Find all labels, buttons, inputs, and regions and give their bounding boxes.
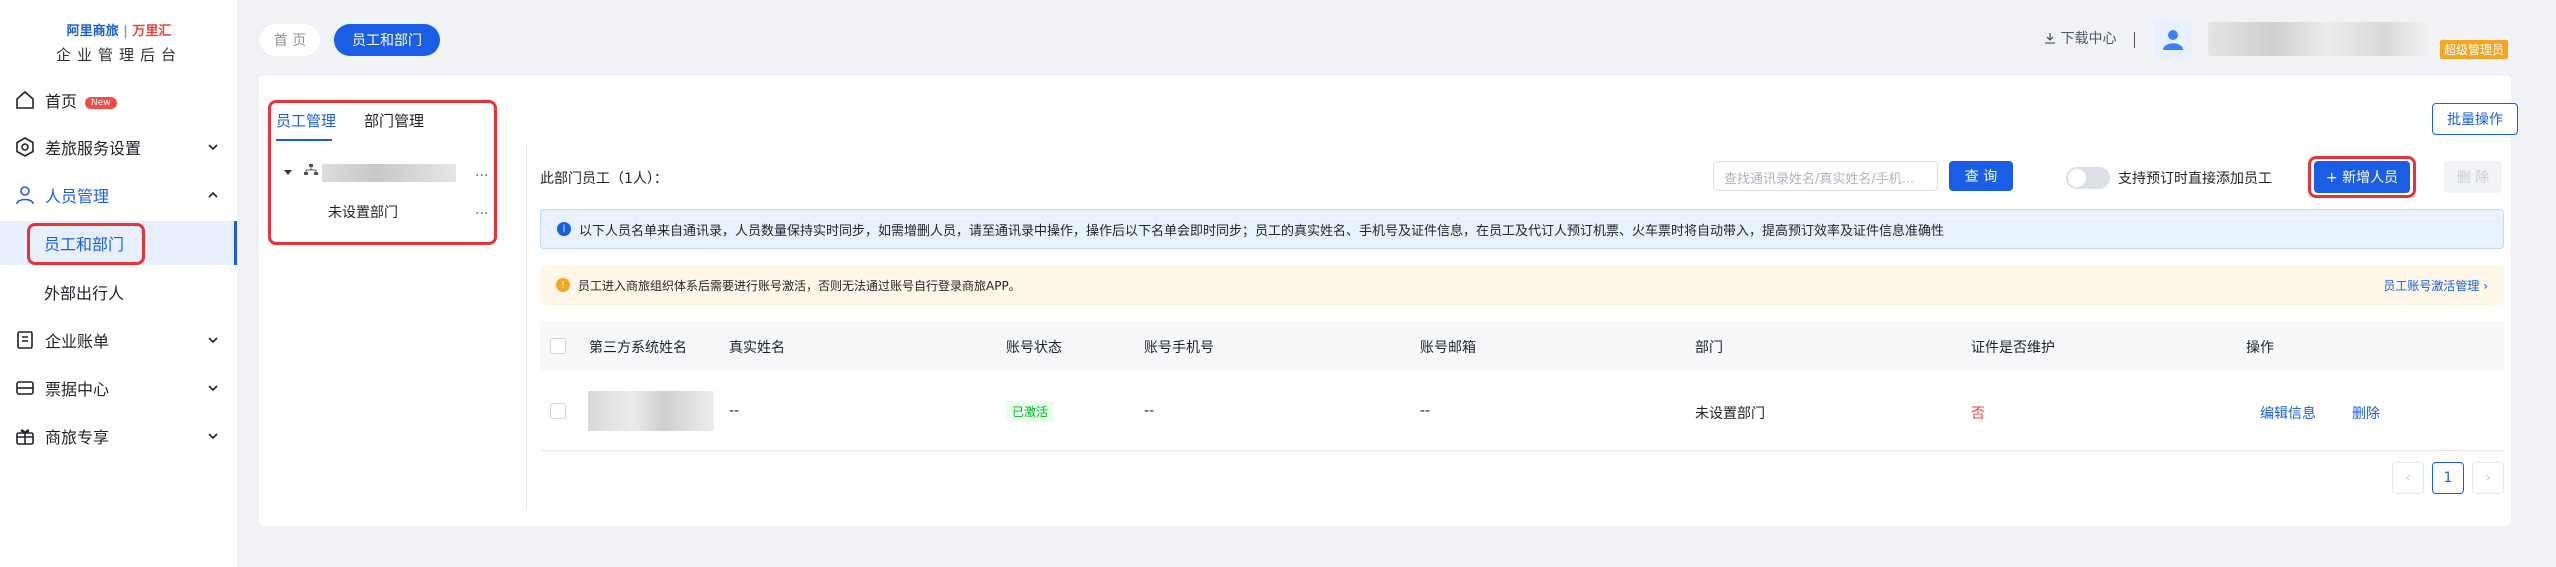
- sidebar-item-invoice-center[interactable]: 票据中心: [0, 366, 237, 410]
- info-notice: i 以下人员名单来自通讯录，人员数量保持实时同步，如需增删人员，请至通讯录中操作…: [540, 209, 2504, 249]
- pagination-prev[interactable]: ‹: [2392, 462, 2424, 494]
- sidebar-item-business-exclusive[interactable]: 商旅专享: [0, 414, 237, 458]
- department-staff-count: 此部门员工（1人）：: [540, 171, 668, 187]
- logo: 阿里商旅 | 万里汇 企业管理后台: [55, 24, 182, 64]
- delete-button[interactable]: 删 除: [2444, 161, 2502, 193]
- tab-staff-and-departments[interactable]: 员工和部门: [334, 24, 440, 56]
- ticket-icon: [16, 381, 34, 395]
- warning-notice: ! 员工进入商旅组织体系后需要进行账号激活，否则无法通过账号自行登录商旅APP。…: [540, 265, 2504, 305]
- user-icon: [16, 186, 34, 205]
- avatar[interactable]: [2154, 20, 2192, 58]
- settings-icon: [16, 137, 34, 157]
- logo-partner: 万里汇: [132, 24, 172, 39]
- search-input[interactable]: 查找通讯录姓名/真实姓名/手机...: [1713, 161, 1938, 191]
- chevron-down-icon: [208, 385, 218, 392]
- add-staff-button[interactable]: + 新增人员: [2314, 161, 2410, 193]
- row-checkbox[interactable]: [550, 403, 566, 419]
- caret-down-icon: [284, 170, 292, 175]
- search-button[interactable]: 查 询: [1949, 161, 2013, 191]
- info-icon: i: [557, 222, 571, 236]
- pagination-page-1[interactable]: 1: [2432, 462, 2464, 494]
- third-party-name-redacted: [588, 391, 714, 431]
- download-center-link[interactable]: 下载中心: [2044, 28, 2116, 48]
- sidebar-item-personnel[interactable]: 人员管理: [0, 173, 237, 217]
- batch-operation-button[interactable]: 批量操作: [2432, 103, 2518, 135]
- table-row: -- 已激活 -- -- 未设置部门 否 编辑信息 删除: [540, 371, 2504, 451]
- delete-row-link[interactable]: 删除: [2352, 403, 2380, 423]
- sidebar-item-enterprise-bills[interactable]: 企业账单: [0, 318, 237, 362]
- tab-home[interactable]: 首 页: [260, 24, 320, 56]
- sidebar-item-external-travelers[interactable]: 外部出行人: [0, 270, 237, 314]
- sidebar: 阿里商旅 | 万里汇 企业管理后台 首页 New 差旅服务设置 人员管理 员工和部…: [0, 0, 237, 567]
- tree-root-more[interactable]: ...: [475, 164, 488, 180]
- table-header: 第三方系统姓名 真实姓名 账号状态 账号手机号 账号邮箱 部门 证件是否维护 操…: [540, 321, 2504, 371]
- sidebar-item-home[interactable]: 首页 New: [0, 78, 237, 122]
- bill-icon: [17, 331, 33, 349]
- status-badge: 已激活: [1006, 401, 1055, 422]
- tab-department-management[interactable]: 部门管理: [364, 110, 424, 131]
- header-divider: [2134, 32, 2135, 48]
- user-name-redacted: [2208, 22, 2428, 56]
- pagination-next[interactable]: ›: [2472, 462, 2504, 494]
- logo-subtitle: 企业管理后台: [55, 46, 182, 64]
- account-activation-link[interactable]: 员工账号激活管理 ›: [2383, 277, 2488, 294]
- active-tab-indicator: [276, 139, 332, 141]
- download-icon: [2045, 33, 2055, 44]
- sidebar-item-travel-settings[interactable]: 差旅服务设置: [0, 125, 237, 169]
- select-all-checkbox[interactable]: [550, 338, 566, 354]
- tab-employee-management[interactable]: 员工管理: [276, 110, 336, 131]
- tree-node-more[interactable]: ...: [475, 202, 488, 218]
- chevron-down-icon: [208, 433, 218, 440]
- chevron-down-icon: [208, 337, 218, 344]
- sidebar-item-staff-and-departments[interactable]: 员工和部门: [0, 221, 237, 265]
- new-badge: New: [85, 96, 117, 109]
- tree-root-name-redacted: [322, 164, 456, 182]
- tree-root[interactable]: [284, 164, 319, 180]
- chevron-up-icon: [208, 191, 218, 198]
- user-avatar-icon: [2163, 30, 2183, 50]
- tree-node-unset-department[interactable]: 未设置部门: [328, 202, 398, 222]
- home-icon: [16, 90, 34, 109]
- toggle-label: 支持预订时直接添加员工: [2118, 171, 2272, 187]
- logo-brand: 阿里商旅: [66, 24, 119, 39]
- org-tree-icon: [304, 164, 319, 175]
- chevron-down-icon: [208, 144, 218, 151]
- role-badge: 超级管理员: [2440, 40, 2509, 59]
- warning-icon: !: [556, 278, 570, 292]
- allow-add-on-booking-toggle[interactable]: [2066, 167, 2110, 189]
- gift-icon: [16, 429, 34, 445]
- panel-divider: [526, 144, 527, 510]
- edit-info-link[interactable]: 编辑信息: [2260, 403, 2316, 423]
